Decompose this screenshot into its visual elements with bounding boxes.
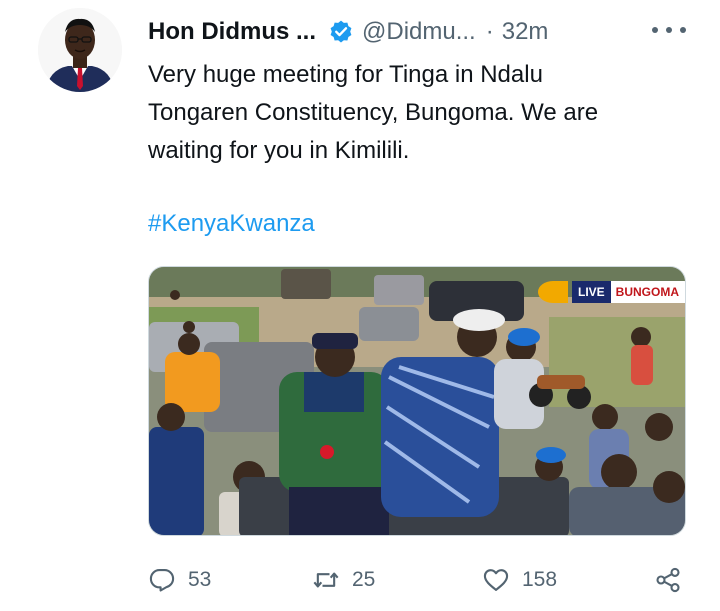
like-count: 158 [522, 568, 558, 591]
reply-count: 53 [188, 568, 212, 591]
location-label: BUNGOMA [610, 281, 685, 303]
tweet-media-image[interactable]: LIVE BUNGOMA [148, 266, 686, 536]
channel-logo-icon [538, 281, 568, 303]
tweet-text-line: Very huge meeting for Tinga in Ndalu [148, 61, 543, 88]
retweet-icon [313, 572, 339, 588]
retweet-button[interactable]: 25 [312, 562, 375, 598]
live-label: LIVE [572, 281, 611, 303]
verified-badge-icon [330, 20, 352, 43]
more-dots-icon[interactable] [652, 18, 686, 42]
author-handle[interactable]: @Didmu... [362, 18, 476, 46]
hashtag-link[interactable]: #KenyaKwanza [148, 205, 315, 243]
tweet-text-line: waiting for you in Kimilili. [148, 137, 410, 164]
tweet-text: Very huge meeting for Tinga in Ndalu Ton… [148, 56, 688, 170]
reply-icon [149, 569, 175, 592]
tweet-actions: 53 25 158 [148, 562, 688, 598]
share-icon [656, 567, 680, 593]
tweet-text-line: Tongaren Constituency, Bungoma. We are [148, 99, 599, 126]
separator-dot: · [485, 18, 494, 45]
retweet-count: 25 [352, 568, 376, 591]
tweet[interactable]: Hon Didmus ... @Didmu... · 32m Very huge… [0, 0, 720, 611]
live-badge: LIVE BUNGOMA [538, 281, 685, 303]
avatar[interactable] [38, 8, 122, 92]
tweet-timestamp[interactable]: 32m [502, 18, 549, 46]
author-name[interactable]: Hon Didmus ... [148, 18, 316, 46]
like-button[interactable]: 158 [482, 562, 557, 598]
share-button[interactable] [654, 562, 682, 598]
heart-icon [483, 569, 509, 591]
reply-button[interactable]: 53 [148, 562, 211, 598]
tweet-header: Hon Didmus ... @Didmu... · 32m [148, 14, 548, 50]
rally-photo [149, 267, 685, 535]
avatar-image [38, 8, 122, 92]
